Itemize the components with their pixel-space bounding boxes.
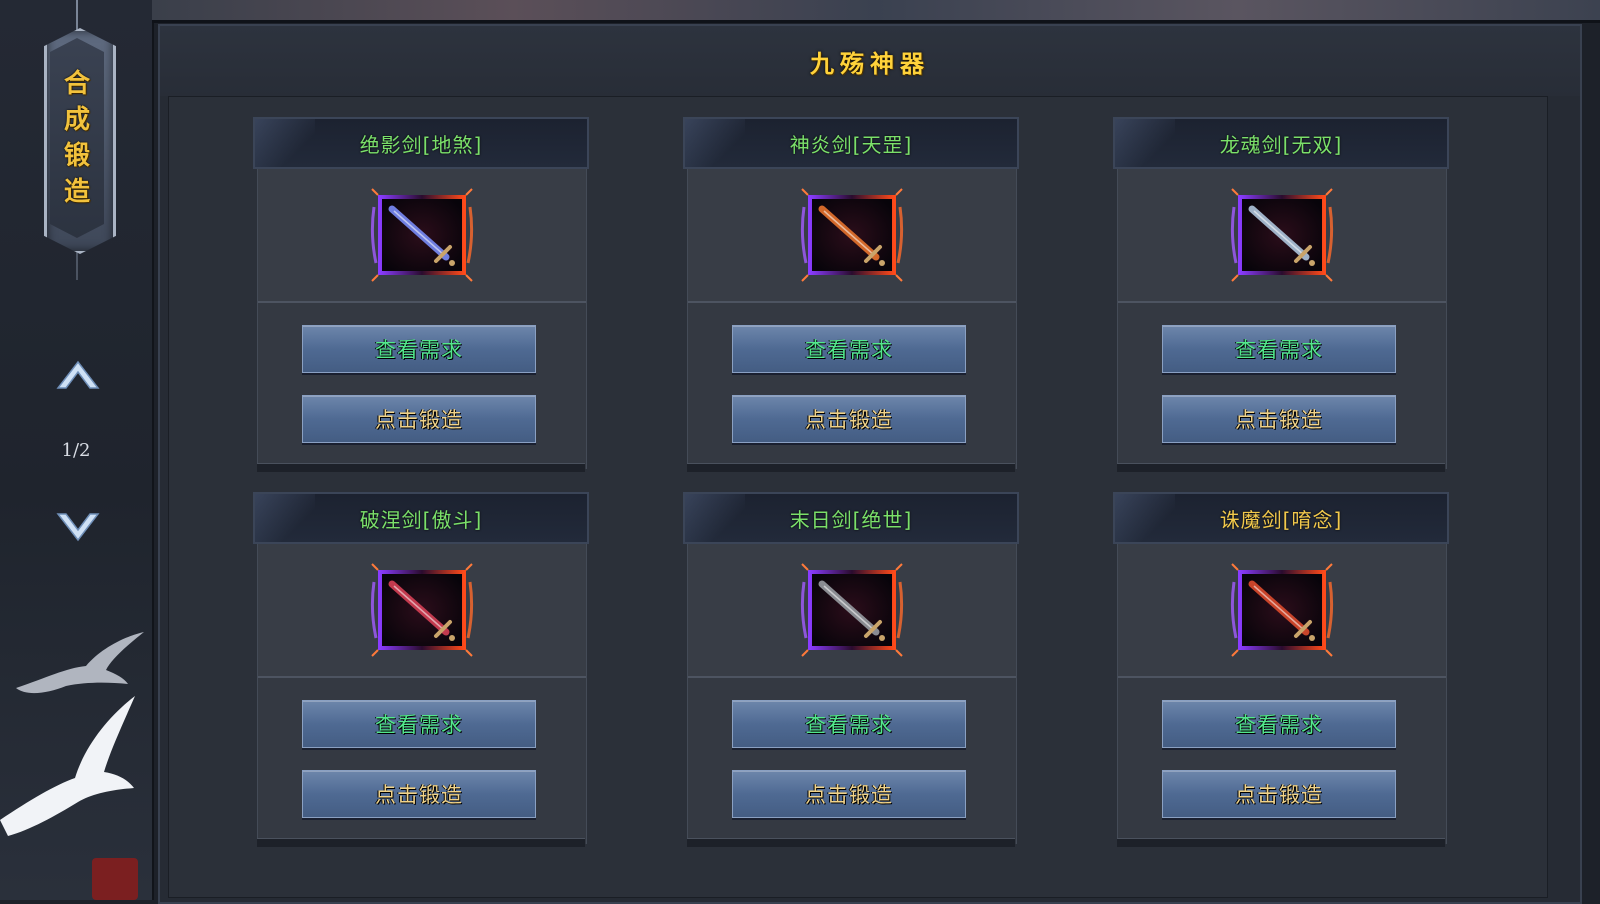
view-requirements-button[interactable]: 查看需求 xyxy=(732,700,966,748)
view-requirements-button[interactable]: 查看需求 xyxy=(732,325,966,373)
weapon-grid: 绝影剑[地煞] 查看需求 点击锻造 神炎剑[天罡] 查看需求 点击锻造 龙魂剑[… xyxy=(168,96,1548,898)
view-requirements-button[interactable]: 查看需求 xyxy=(1162,325,1396,373)
card-header: 龙魂剑[无双] xyxy=(1113,117,1449,169)
card-header: 神炎剑[天罡] xyxy=(683,117,1019,169)
forge-label: 点击锻造 xyxy=(375,408,463,432)
card-footer xyxy=(1117,463,1445,472)
weapon-slot[interactable] xyxy=(800,562,904,658)
forge-button[interactable]: 点击锻造 xyxy=(732,395,966,443)
weapon-name: 龙魂剑[无双] xyxy=(1219,132,1343,157)
weapon-name: 末日剑[绝世] xyxy=(789,507,913,532)
title-bar: 九殇神器 xyxy=(160,26,1580,96)
sword-icon xyxy=(800,188,904,282)
sword-icon xyxy=(800,563,904,657)
view-requirements-label: 查看需求 xyxy=(1235,713,1323,737)
chevron-up-icon xyxy=(56,360,100,389)
card-header: 绝影剑[地煞] xyxy=(253,117,589,169)
card-body: 查看需求 点击锻造 xyxy=(687,544,1017,844)
page-up-button[interactable] xyxy=(54,354,102,394)
weapon-slot[interactable] xyxy=(1230,562,1334,658)
card-header: 末日剑[绝世] xyxy=(683,492,1019,544)
weapon-name: 破涅剑[傲斗] xyxy=(359,507,483,532)
sword-icon xyxy=(1230,563,1334,657)
weapon-icon-zone xyxy=(688,544,1016,678)
weapon-icon-zone xyxy=(688,169,1016,303)
weapon-icon-zone xyxy=(1118,169,1446,303)
forge-label: 点击锻造 xyxy=(805,408,893,432)
card-body: 查看需求 点击锻造 xyxy=(1117,169,1447,469)
page-down-button[interactable] xyxy=(54,508,102,548)
card-footer xyxy=(687,838,1015,847)
forge-button[interactable]: 点击锻造 xyxy=(302,395,536,443)
weapon-slot[interactable] xyxy=(370,562,474,658)
view-requirements-label: 查看需求 xyxy=(375,713,463,737)
card-header: 诛魔剑[唷念] xyxy=(1113,492,1449,544)
top-banner-strip xyxy=(152,0,1600,23)
card-header: 破涅剑[傲斗] xyxy=(253,492,589,544)
page-indicator: 1/2 xyxy=(61,440,91,461)
view-requirements-button[interactable]: 查看需求 xyxy=(302,325,536,373)
crane-icon xyxy=(0,696,135,836)
weapon-card: 龙魂剑[无双] 查看需求 点击锻造 xyxy=(1113,117,1449,479)
view-requirements-label: 查看需求 xyxy=(805,713,893,737)
plaque-char: 合 xyxy=(63,69,90,99)
card-footer xyxy=(257,463,585,472)
view-requirements-label: 查看需求 xyxy=(375,338,463,362)
panel-title: 九殇神器 xyxy=(810,49,930,78)
weapon-card: 末日剑[绝世] 查看需求 点击锻造 xyxy=(683,492,1019,854)
weapon-icon-zone xyxy=(258,544,586,678)
plaque-char: 锻 xyxy=(63,141,90,171)
card-body: 查看需求 点击锻造 xyxy=(257,544,587,844)
weapon-card: 绝影剑[地煞] 查看需求 点击锻造 xyxy=(253,117,589,479)
forge-label: 点击锻造 xyxy=(1235,408,1323,432)
plaque-char: 造 xyxy=(63,177,90,207)
forge-label: 点击锻造 xyxy=(375,783,463,807)
forge-button[interactable]: 点击锻造 xyxy=(1162,395,1396,443)
card-footer xyxy=(257,838,585,847)
view-requirements-label: 查看需求 xyxy=(1235,338,1323,362)
card-body: 查看需求 点击锻造 xyxy=(257,169,587,469)
weapon-slot[interactable] xyxy=(800,187,904,283)
card-body: 查看需求 点击锻造 xyxy=(687,169,1017,469)
card-footer xyxy=(687,463,1015,472)
weapon-icon-zone xyxy=(1118,544,1446,678)
forge-button[interactable]: 点击锻造 xyxy=(302,770,536,818)
weapon-name: 绝影剑[地煞] xyxy=(359,132,483,157)
weapon-icon-zone xyxy=(258,169,586,303)
weapon-name: 神炎剑[天罡] xyxy=(789,132,913,157)
weapon-slot[interactable] xyxy=(370,187,474,283)
weapon-card: 破涅剑[傲斗] 查看需求 点击锻造 xyxy=(253,492,589,854)
forge-button[interactable]: 点击锻造 xyxy=(1162,770,1396,818)
sidebar: 合 成 锻 造 1/2 xyxy=(0,0,154,900)
view-requirements-label: 查看需求 xyxy=(805,338,893,362)
plaque-char: 成 xyxy=(63,105,90,135)
weapon-card: 诛魔剑[唷念] 查看需求 点击锻造 xyxy=(1113,492,1449,854)
sword-icon xyxy=(1230,188,1334,282)
sword-icon xyxy=(370,188,474,282)
view-requirements-button[interactable]: 查看需求 xyxy=(302,700,536,748)
forge-button[interactable]: 点击锻造 xyxy=(732,770,966,818)
chevron-down-icon xyxy=(56,513,100,542)
seal-stamp xyxy=(92,858,138,900)
view-requirements-button[interactable]: 查看需求 xyxy=(1162,700,1396,748)
forge-panel: 九殇神器 绝影剑[地煞] 查看需求 点击锻造 神炎剑[天罡] 查看需求 点击锻造… xyxy=(158,24,1582,904)
weapon-card: 神炎剑[天罡] 查看需求 点击锻造 xyxy=(683,117,1019,479)
weapon-name: 诛魔剑[唷念] xyxy=(1219,507,1343,532)
sword-icon xyxy=(370,563,474,657)
weapon-slot[interactable] xyxy=(1230,187,1334,283)
card-body: 查看需求 点击锻造 xyxy=(1117,544,1447,844)
card-footer xyxy=(1117,838,1445,847)
category-plaque[interactable]: 合 成 锻 造 xyxy=(50,38,104,238)
forge-label: 点击锻造 xyxy=(805,783,893,807)
forge-label: 点击锻造 xyxy=(1235,783,1323,807)
